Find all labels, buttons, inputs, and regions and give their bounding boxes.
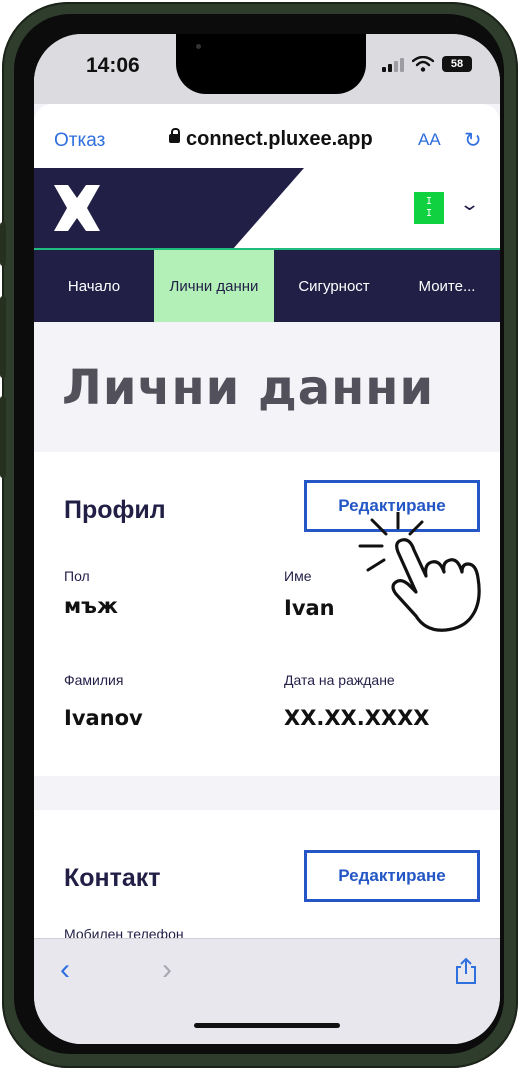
back-arrow-icon[interactable]: ‹ (60, 953, 70, 987)
volume-down-button (0, 396, 6, 478)
nav-item-security[interactable]: Сигурност (274, 250, 394, 322)
camera-dot (196, 44, 201, 49)
page-title: Лични данни (62, 360, 435, 416)
nav-item-home[interactable]: Начало (34, 250, 154, 322)
wifi-icon (412, 56, 434, 72)
contact-card: Контакт Редактиране Мобилен телефон (34, 810, 500, 942)
avatar[interactable]: I I (414, 192, 444, 224)
last-name-value: Ivanov (64, 706, 143, 730)
tap-hand-icon (358, 512, 481, 632)
birth-date-label: Дата на раждане (284, 672, 395, 688)
status-bar: 14:06 58 (34, 34, 500, 104)
status-time: 14:06 (86, 54, 140, 77)
birth-date-value: XX.XX.XXXX (284, 706, 430, 730)
nav-item-personal-data[interactable]: Лични данни (154, 250, 274, 322)
mute-switch (0, 222, 6, 266)
cancel-button[interactable]: Отказ (54, 130, 105, 152)
lock-icon (169, 128, 180, 143)
battery-icon: 58 (442, 56, 472, 72)
forward-arrow-icon[interactable]: › (162, 953, 172, 987)
main-nav: Начало Лични данни Сигурност Моите... (34, 250, 500, 322)
last-name-label: Фамилия (64, 672, 124, 688)
cellular-signal-icon (382, 56, 404, 72)
profile-title: Профил (64, 496, 166, 524)
status-icons: 58 (382, 56, 472, 72)
nav-item-more[interactable]: Моите... (394, 250, 500, 322)
share-icon[interactable] (454, 957, 478, 985)
browser-toolbar: ‹ › (34, 938, 500, 1044)
pluxee-logo[interactable] (54, 185, 100, 231)
text-size-button[interactable]: AA (418, 130, 441, 150)
gender-label: Пол (64, 568, 90, 584)
browser-address-bar: Отказ connect.pluxee.app AA ↻ (34, 104, 500, 168)
reload-icon[interactable]: ↻ (464, 128, 482, 153)
first-name-label: Име (284, 568, 312, 584)
contact-edit-button[interactable]: Редактиране (304, 850, 480, 902)
notch (176, 34, 366, 94)
site-header: I I ⌄ (34, 168, 500, 250)
home-indicator (194, 1023, 340, 1028)
gender-value: мъж (64, 594, 118, 618)
volume-up-button (0, 296, 6, 378)
chevron-down-icon[interactable]: ⌄ (459, 194, 480, 215)
url-field[interactable]: connect.pluxee.app (186, 128, 373, 151)
contact-title: Контакт (64, 864, 161, 892)
first-name-value: Ivan (284, 596, 335, 620)
screen: 14:06 58 Отказ connect.pluxee.app AA ↻ I… (34, 34, 500, 1044)
